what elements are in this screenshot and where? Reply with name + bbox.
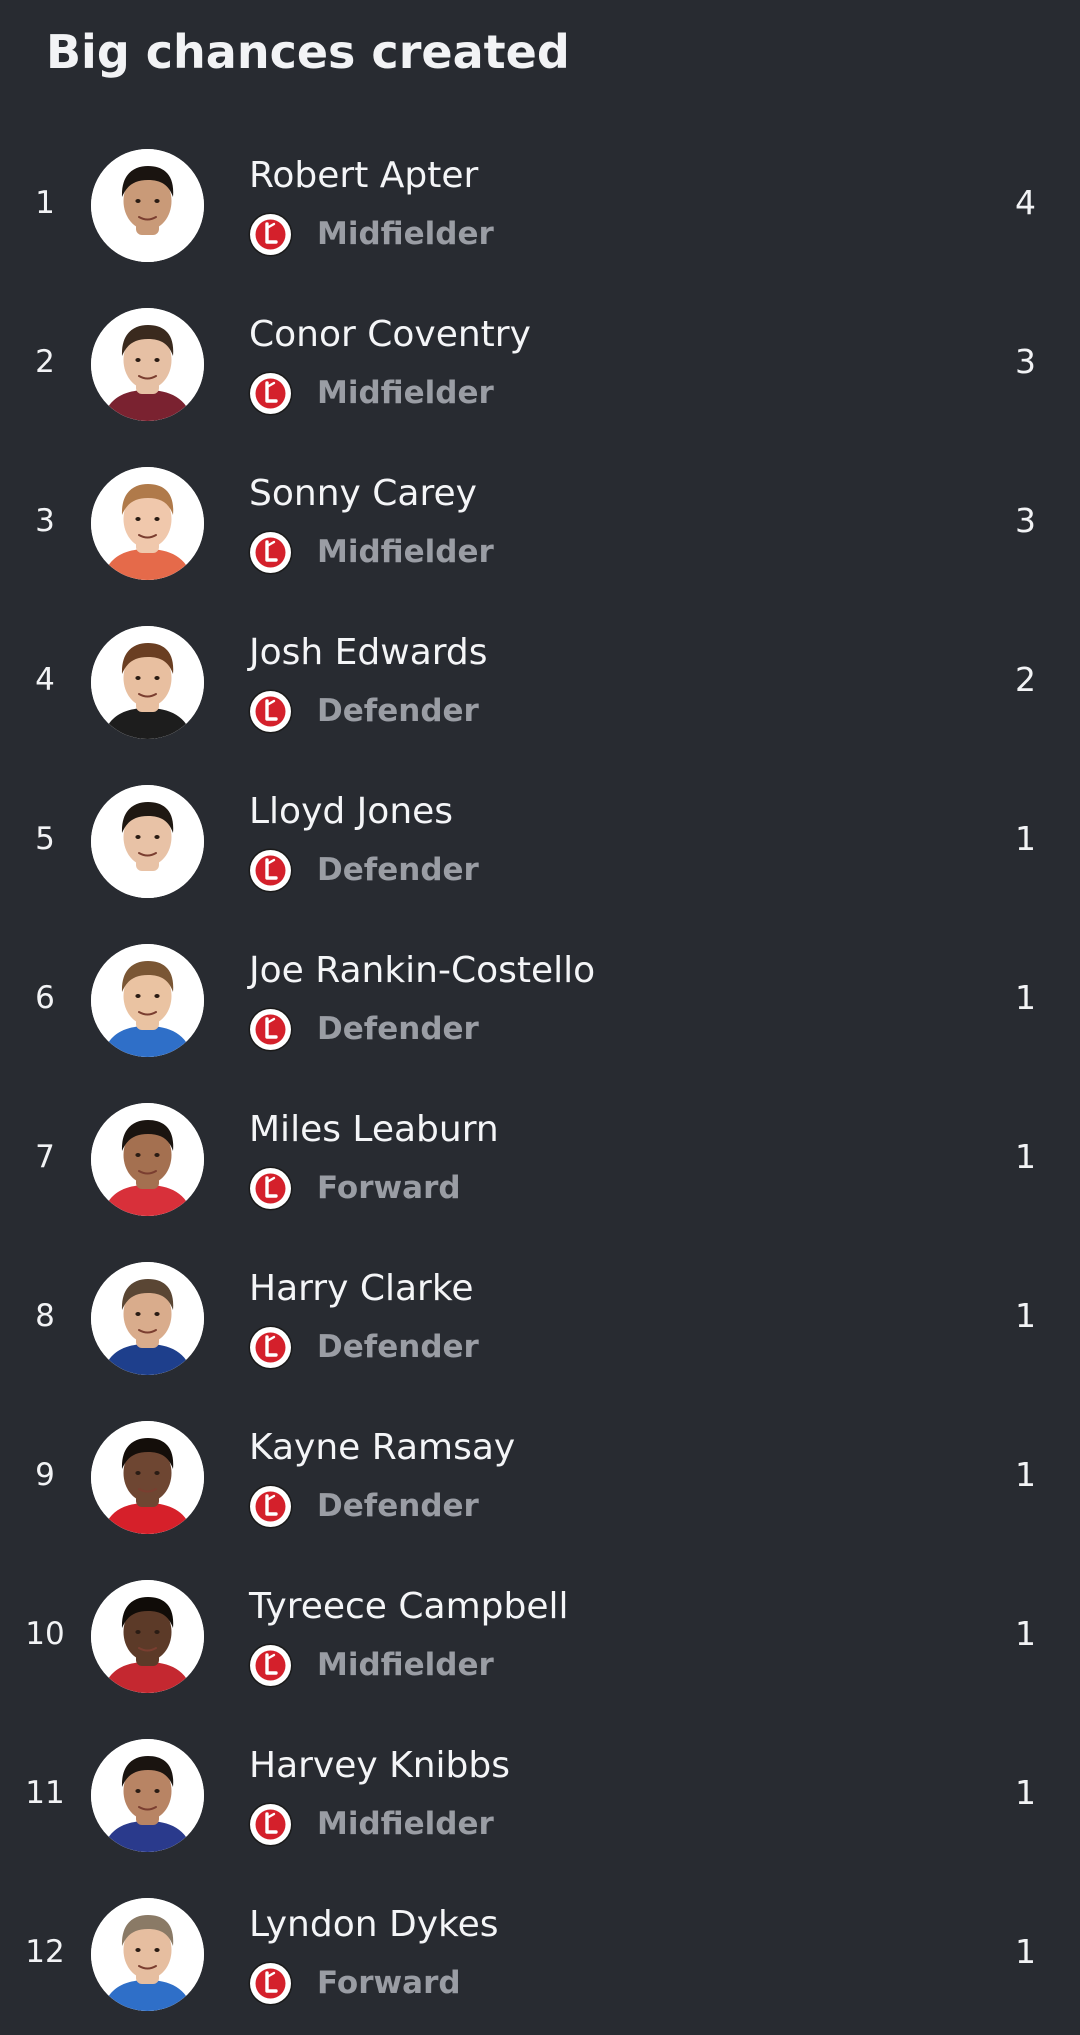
rank-number: 6: [35, 980, 55, 1016]
club-crest-icon: [248, 1007, 293, 1052]
player-photo-icon: [91, 467, 204, 580]
player-avatar: [91, 1739, 204, 1852]
player-position: Forward: [317, 1170, 461, 1206]
rank-number: 10: [25, 1616, 65, 1652]
player-position: Midfielder: [317, 216, 494, 252]
player-photo-icon: [91, 149, 204, 262]
player-photo-icon: [91, 1262, 204, 1375]
stat-value: 1: [1015, 1614, 1036, 1653]
rank-number: 12: [25, 1934, 65, 1970]
club-crest-icon: [248, 1325, 293, 1370]
club-crest-icon: [248, 689, 293, 734]
rank-number: 2: [35, 344, 55, 380]
player-photo-icon: [91, 1739, 204, 1852]
stat-value: 1: [1015, 1137, 1036, 1176]
player-position: Defender: [317, 1011, 479, 1047]
player-avatar: [91, 308, 204, 421]
stat-value: 1: [1015, 1296, 1036, 1335]
player-position: Defender: [317, 693, 479, 729]
player-avatar: [91, 149, 204, 262]
player-row[interactable]: 2 Conor Coventry Midfielder 3: [0, 286, 1080, 445]
stat-value: 1: [1015, 978, 1036, 1017]
player-row[interactable]: 12 Lyndon Dykes Forward 1: [0, 1876, 1080, 2035]
player-row[interactable]: 10 Tyreece Campbell Midfielder 1: [0, 1558, 1080, 1717]
player-name: Robert Apter: [249, 155, 479, 196]
player-avatar: [91, 1421, 204, 1534]
player-row[interactable]: 1 Robert Apter Midfielder 4: [0, 127, 1080, 286]
club-crest-icon: [248, 848, 293, 893]
player-row[interactable]: 8 Harry Clarke Defender 1: [0, 1240, 1080, 1399]
club-crest-icon: [248, 530, 293, 575]
player-position: Forward: [317, 1965, 461, 2001]
player-position: Defender: [317, 1488, 479, 1524]
player-name: Conor Coventry: [249, 314, 531, 355]
rank-number: 3: [35, 503, 55, 539]
player-photo-icon: [91, 308, 204, 421]
player-position: Midfielder: [317, 375, 494, 411]
club-crest-icon: [248, 371, 293, 416]
player-name: Miles Leaburn: [249, 1109, 499, 1150]
player-row[interactable]: 11 Harvey Knibbs Midfielder 1: [0, 1717, 1080, 1876]
player-photo-icon: [91, 1103, 204, 1216]
player-photo-icon: [91, 626, 204, 739]
club-crest-icon: [248, 1802, 293, 1847]
club-crest-icon: [248, 1166, 293, 1211]
stat-value: 3: [1015, 342, 1036, 381]
player-photo-icon: [91, 1421, 204, 1534]
club-crest-icon: [248, 1484, 293, 1529]
player-avatar: [91, 944, 204, 1057]
player-name: Lyndon Dykes: [249, 1904, 499, 1945]
rank-number: 11: [25, 1775, 65, 1811]
stat-value: 2: [1015, 660, 1036, 699]
rank-number: 8: [35, 1298, 55, 1334]
player-avatar: [91, 626, 204, 739]
player-row[interactable]: 6 Joe Rankin-Costello Defender 1: [0, 922, 1080, 1081]
rank-number: 5: [35, 821, 55, 857]
player-row[interactable]: 9 Kayne Ramsay Defender 1: [0, 1399, 1080, 1558]
player-name: Sonny Carey: [249, 473, 477, 514]
player-position: Midfielder: [317, 534, 494, 570]
player-avatar: [91, 785, 204, 898]
player-name: Tyreece Campbell: [249, 1586, 569, 1627]
page-title: Big chances created: [46, 25, 570, 79]
stat-value: 4: [1015, 183, 1036, 222]
player-position: Midfielder: [317, 1647, 494, 1683]
rank-number: 1: [35, 185, 55, 221]
player-position: Midfielder: [317, 1806, 494, 1842]
player-row[interactable]: 3 Sonny Carey Midfielder 3: [0, 445, 1080, 604]
club-crest-icon: [248, 1643, 293, 1688]
rank-number: 7: [35, 1139, 55, 1175]
player-photo-icon: [91, 785, 204, 898]
player-photo-icon: [91, 944, 204, 1057]
stat-value: 1: [1015, 1455, 1036, 1494]
player-name: Kayne Ramsay: [249, 1427, 516, 1468]
rank-number: 4: [35, 662, 55, 698]
player-avatar: [91, 467, 204, 580]
rank-number: 9: [35, 1457, 55, 1493]
stat-value: 1: [1015, 1932, 1036, 1971]
club-crest-icon: [248, 1961, 293, 2006]
stat-value: 1: [1015, 819, 1036, 858]
player-name: Josh Edwards: [249, 632, 488, 673]
player-avatar: [91, 1898, 204, 2011]
player-row[interactable]: 4 Josh Edwards Defender 2: [0, 604, 1080, 763]
player-position: Defender: [317, 852, 479, 888]
stat-value: 3: [1015, 501, 1036, 540]
player-list: 1 Robert Apter Midfielder 4 2 Conor Cove…: [0, 127, 1080, 2035]
player-name: Harvey Knibbs: [249, 1745, 511, 1786]
player-row[interactable]: 5 Lloyd Jones Defender 1: [0, 763, 1080, 922]
stat-value: 1: [1015, 1773, 1036, 1812]
player-name: Lloyd Jones: [249, 791, 454, 832]
player-photo-icon: [91, 1898, 204, 2011]
player-avatar: [91, 1580, 204, 1693]
player-avatar: [91, 1103, 204, 1216]
player-avatar: [91, 1262, 204, 1375]
player-photo-icon: [91, 1580, 204, 1693]
player-row[interactable]: 7 Miles Leaburn Forward 1: [0, 1081, 1080, 1240]
club-crest-icon: [248, 212, 293, 257]
player-name: Harry Clarke: [249, 1268, 474, 1309]
player-name: Joe Rankin-Costello: [249, 950, 596, 991]
player-position: Defender: [317, 1329, 479, 1365]
